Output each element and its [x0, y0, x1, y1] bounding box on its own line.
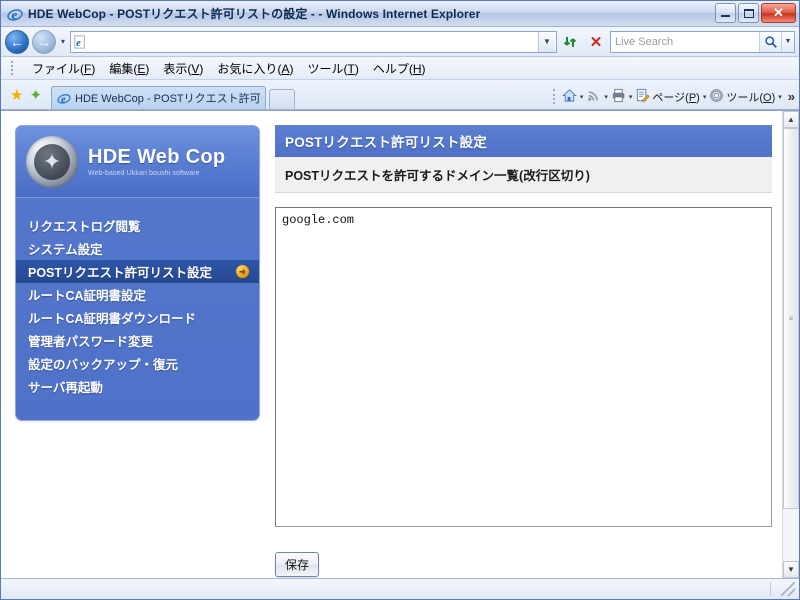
status-bar: [1, 578, 799, 599]
textarea-container: google.com: [275, 207, 772, 532]
sidebar-item-label: リクエストログ閲覧: [28, 220, 141, 234]
sidebar-item-root-ca-settings[interactable]: ルートCA証明書設定: [16, 283, 259, 306]
sidebar-item-request-log[interactable]: リクエストログ閲覧: [16, 214, 259, 237]
print-button[interactable]: ▾: [611, 88, 633, 105]
address-favicon-icon: e: [73, 34, 87, 49]
menu-item-favorites[interactable]: お気に入り(A): [217, 60, 293, 77]
address-dropdown-button[interactable]: ▼: [538, 31, 555, 52]
back-button[interactable]: ←: [5, 29, 29, 54]
web-page: ✦ HDE Web Cop Web-based Ukkari boushi so…: [1, 111, 782, 578]
sidebar-item-label: 管理者パスワード変更: [28, 335, 154, 349]
scrollbar-grip-icon: ≡: [788, 313, 794, 323]
tab-bar: ★ ✦ e HDE WebCop - POSTリクエスト許可リストの設定 -: [1, 80, 799, 110]
search-icon[interactable]: [759, 31, 781, 52]
home-caret-icon: ▾: [579, 93, 584, 101]
sidebar-item-label: ルートCA証明書設定: [28, 289, 147, 303]
main-content: POSTリクエスト許可リスト設定 POSTリクエストを許可するドメイン一覧(改行…: [275, 125, 772, 578]
svg-text:e: e: [76, 37, 81, 48]
save-button[interactable]: 保存: [275, 552, 320, 577]
command-bar: ▾ ▾ ▾ ページ(P) ▾ ツール(O) ▾ »: [553, 88, 795, 105]
scroll-up-icon[interactable]: ▲: [783, 111, 799, 128]
sidebar-item-label: システム設定: [28, 243, 103, 257]
form-actions: 保存: [275, 552, 772, 577]
maximize-button[interactable]: [738, 3, 759, 23]
menu-item-edit[interactable]: 編集(E): [109, 60, 149, 77]
domain-list-textarea[interactable]: google.com: [275, 207, 772, 527]
app-sidebar: ✦ HDE Web Cop Web-based Ukkari boushi so…: [15, 125, 260, 421]
menu-item-help[interactable]: ヘルプ(H): [373, 60, 426, 77]
forward-button[interactable]: →: [32, 29, 56, 54]
menu-bar: ファイル(F) 編集(E) 表示(V) お気に入り(A) ツール(T) ヘルプ(…: [1, 57, 799, 80]
page-menu-button[interactable]: ページ(P) ▾: [635, 88, 706, 105]
sidebar-nav: リクエストログ閲覧 システム設定 POSTリクエスト許可リスト設定 ➜ ルートC…: [16, 198, 259, 420]
recent-pages-dropdown[interactable]: ▾: [59, 37, 67, 46]
search-input[interactable]: [611, 35, 759, 48]
sidebar-item-label: 設定のバックアップ・復元: [28, 358, 179, 372]
menu-item-tools[interactable]: ツール(T): [307, 60, 358, 77]
add-favorite-icon[interactable]: ✦: [29, 88, 42, 103]
sidebar-item-root-ca-download[interactable]: ルートCA証明書ダウンロード: [16, 306, 259, 329]
sidebar-item-label: POSTリクエスト許可リスト設定: [28, 266, 213, 280]
window-controls: ✕: [715, 3, 796, 23]
arrow-right-icon: ➜: [236, 265, 249, 278]
resize-grip-icon[interactable]: [781, 582, 795, 596]
tools-menu-label: ツール(O): [726, 91, 776, 104]
search-provider-dropdown[interactable]: ▼: [781, 31, 794, 52]
feeds-button[interactable]: ▾: [586, 88, 608, 105]
home-icon: [562, 88, 577, 105]
commandbar-overflow-icon[interactable]: »: [788, 89, 795, 104]
sidebar-item-system-settings[interactable]: システム設定: [16, 237, 259, 260]
sidebar-item-backup-restore[interactable]: 設定のバックアップ・復元: [16, 352, 259, 375]
menu-item-view[interactable]: 表示(V): [163, 60, 203, 77]
page-icon: [635, 88, 650, 105]
page-title: POSTリクエスト許可リスト設定: [275, 125, 772, 157]
browser-window: e HDE WebCop - POSTリクエスト許可リストの設定 - - Win…: [0, 0, 800, 600]
scroll-down-icon[interactable]: ▼: [783, 561, 799, 578]
refresh-button[interactable]: [560, 31, 582, 53]
internet-explorer-icon: e: [7, 6, 23, 22]
svg-text:e: e: [12, 7, 18, 22]
sidebar-item-server-restart[interactable]: サーバ再起動: [16, 375, 259, 398]
tools-caret-icon: ▾: [778, 93, 782, 101]
search-box[interactable]: ▼: [610, 30, 795, 53]
scrollbar-track[interactable]: ≡: [783, 128, 799, 561]
page-caret-icon: ▾: [702, 93, 707, 101]
favorites-center-icon[interactable]: ★: [10, 88, 23, 103]
printer-icon: [611, 88, 626, 105]
feeds-caret-icon: ▾: [604, 93, 608, 101]
tab-favicon-icon: e: [57, 91, 71, 105]
page-viewport: ✦ HDE Web Cop Web-based Ukkari boushi so…: [1, 110, 799, 578]
sidebar-item-label: サーバ再起動: [28, 381, 103, 395]
minimize-button[interactable]: [715, 3, 736, 23]
address-bar[interactable]: e ▼: [70, 30, 557, 53]
app-brand-header: ✦ HDE Web Cop Web-based Ukkari boushi so…: [16, 126, 259, 198]
sidebar-item-label: ルートCA証明書ダウンロード: [28, 312, 197, 326]
new-tab-button[interactable]: [269, 89, 296, 109]
brand-title: HDE Web Cop: [88, 145, 226, 168]
window-title: HDE WebCop - POSTリクエスト許可リストの設定 - - Windo…: [28, 7, 481, 21]
print-caret-icon: ▾: [628, 93, 633, 101]
address-input[interactable]: [90, 35, 538, 48]
gear-icon: [709, 88, 724, 105]
field-label: POSTリクエストを許可するドメイン一覧(改行区切り): [275, 157, 772, 193]
page-scrollbar[interactable]: ▲ ≡ ▼: [782, 111, 799, 578]
sidebar-item-admin-password[interactable]: 管理者パスワード変更: [16, 329, 259, 352]
shield-star-medal-icon: ✦: [26, 135, 78, 188]
title-bar: e HDE WebCop - POSTリクエスト許可リストの設定 - - Win…: [1, 1, 799, 27]
menu-item-file[interactable]: ファイル(F): [32, 60, 95, 77]
home-button[interactable]: ▾: [562, 88, 584, 105]
close-button[interactable]: ✕: [761, 3, 796, 23]
scrollbar-thumb[interactable]: ≡: [783, 128, 799, 510]
status-divider: [770, 582, 771, 596]
stop-button[interactable]: ✕: [585, 31, 607, 53]
tools-menu-button[interactable]: ツール(O) ▾: [709, 88, 782, 105]
sidebar-item-post-allowlist[interactable]: POSTリクエスト許可リスト設定 ➜: [16, 260, 259, 283]
browser-tab[interactable]: e HDE WebCop - POSTリクエスト許可リストの設定 -: [51, 86, 267, 109]
rss-icon: [586, 88, 601, 105]
page-menu-label: ページ(P): [652, 91, 700, 104]
navigation-toolbar: ← → ▾ e ▼ ✕ Live Search ▼: [1, 27, 799, 57]
brand-subtitle: Web-based Ukkari boushi software: [88, 169, 200, 177]
svg-text:e: e: [61, 94, 66, 105]
tab-title: HDE WebCop - POSTリクエスト許可リストの設定 -: [75, 93, 261, 105]
